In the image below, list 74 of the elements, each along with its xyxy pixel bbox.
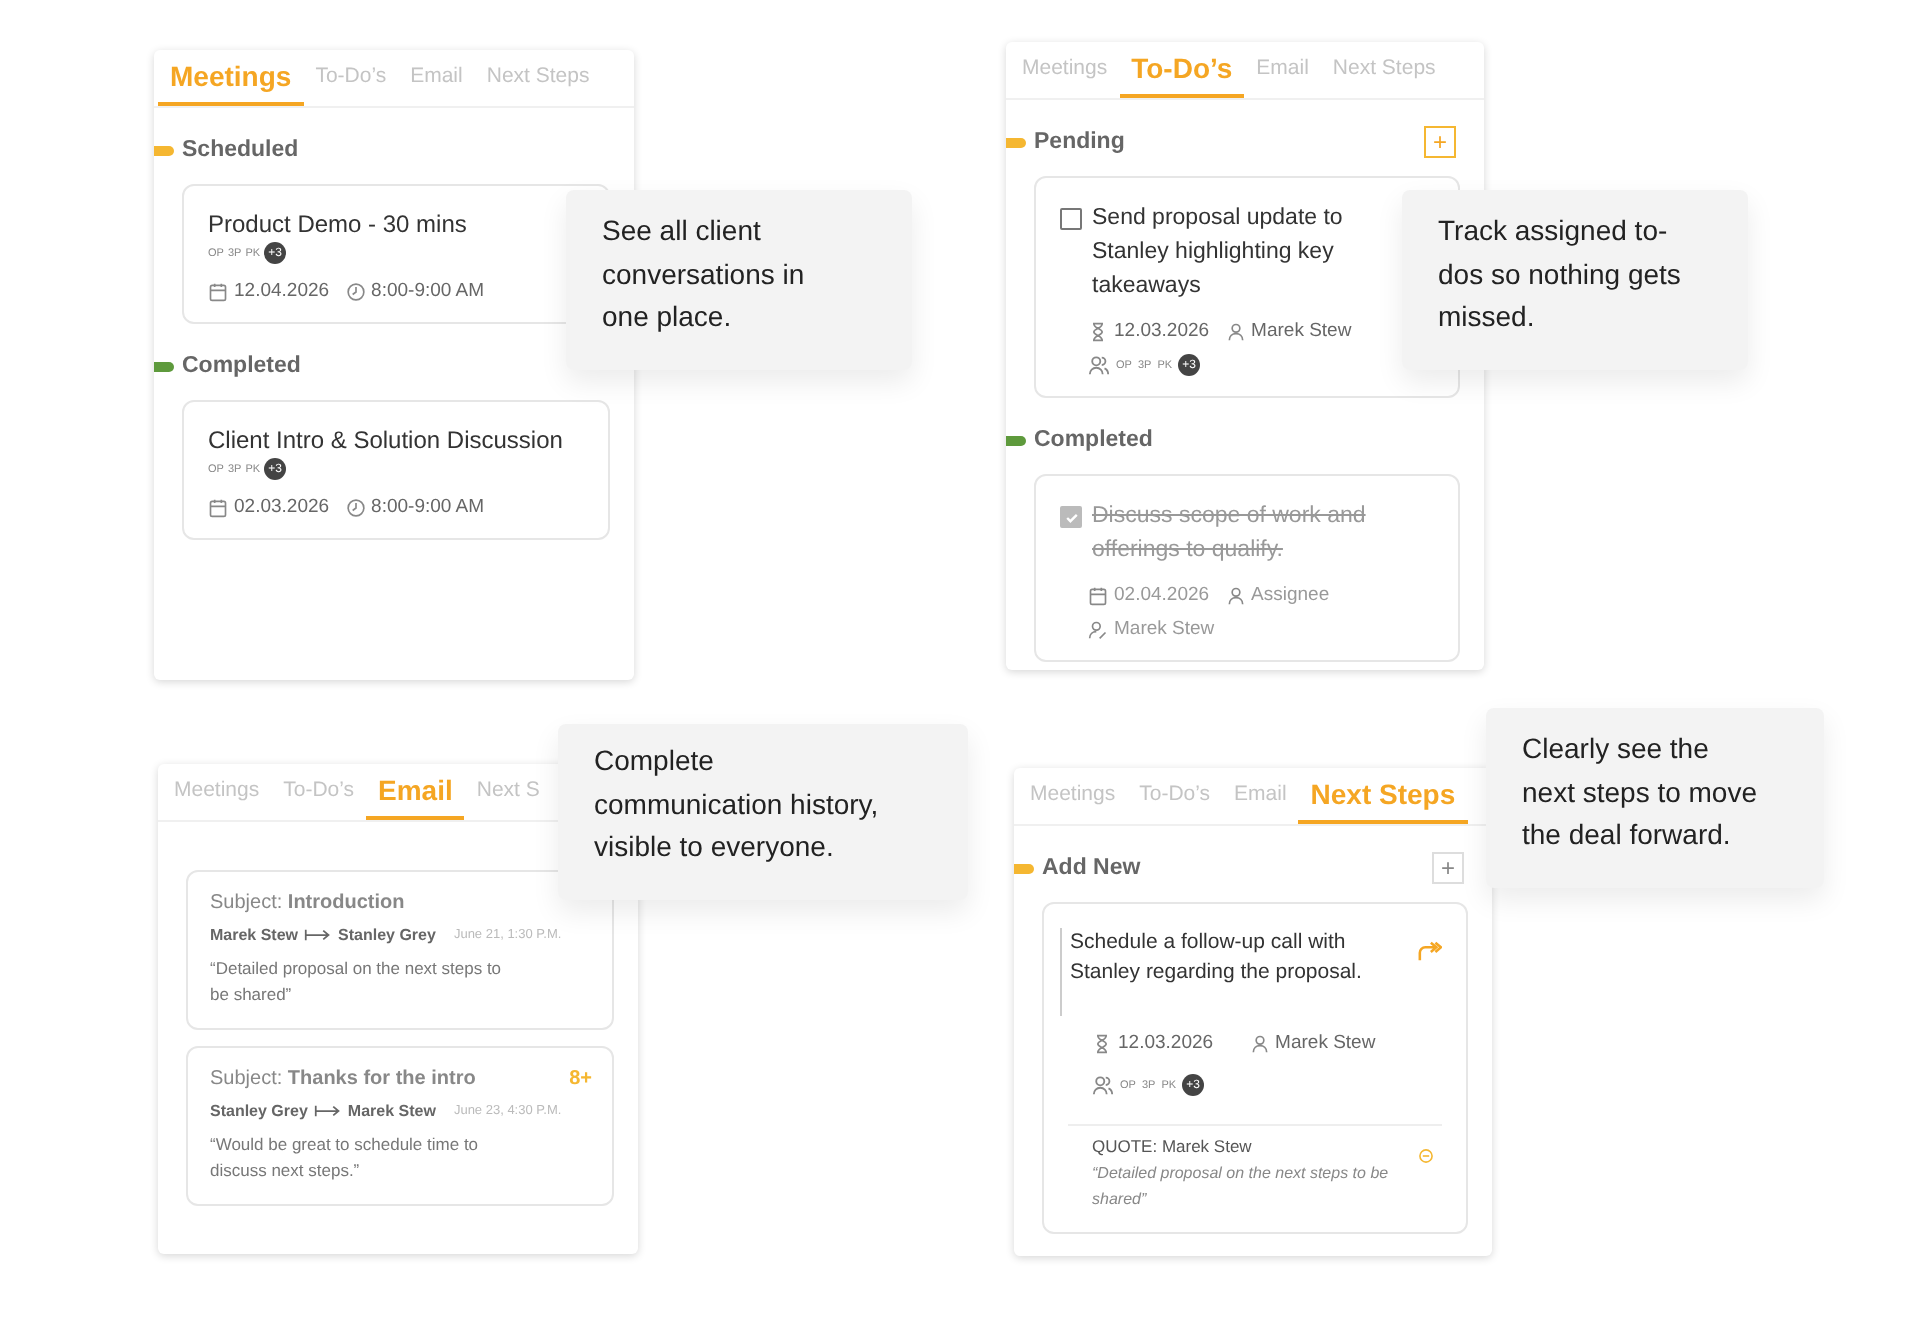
meta-text: 02.03.2026	[234, 496, 330, 518]
people-icon	[1088, 354, 1110, 376]
email-snippet: “Detailed proposal on the next steps to be shared”	[210, 956, 504, 1008]
tab[interactable]: To-Do’s	[303, 64, 399, 106]
check-icon	[1063, 509, 1079, 525]
arrow-icon	[304, 928, 333, 942]
add-button[interactable]: +	[1424, 126, 1456, 158]
reply-count: 8+	[569, 1068, 592, 1090]
tab[interactable]: Next Steps	[1320, 56, 1448, 98]
people-icon	[1092, 1074, 1114, 1096]
quote-text: “Detailed proposal on the next steps to be shared”	[1092, 1162, 1391, 1212]
sender-name: Stanley Grey	[210, 1102, 308, 1120]
recipient-name: Marek Stew	[347, 1102, 436, 1120]
callout-text: Clearly see the next steps to move the deal forward.	[1486, 708, 1824, 888]
callout-text: Complete communication history, visible to everyone.	[558, 724, 968, 900]
email-subject: Subject: Thanks for the intro	[210, 1068, 476, 1090]
person-icon	[1225, 585, 1246, 605]
clock-icon	[345, 281, 366, 301]
tab[interactable]: To-Do’s	[1127, 782, 1223, 824]
meeting-title: Product Demo - 30 mins	[208, 210, 469, 238]
meta-text: 8:00-9:00 AM	[371, 280, 485, 302]
calendar-icon	[208, 497, 228, 517]
person-icon	[1225, 321, 1246, 341]
section-title: Completed	[182, 354, 303, 378]
tab[interactable]: Next S	[464, 778, 552, 820]
meta-text: Marek Stew	[1114, 618, 1215, 640]
tab[interactable]: Meetings	[1018, 782, 1128, 824]
section-title: Scheduled	[182, 138, 301, 162]
add-button[interactable]: +	[1432, 852, 1464, 884]
meta-text: 8:00-9:00 AM	[371, 496, 485, 518]
todo-text: Send proposal update to Stanley highlighting key takeaways	[1092, 204, 1345, 302]
tab[interactable]: To-Do’s	[1119, 52, 1245, 98]
section-title: Pending	[1034, 130, 1127, 154]
tab[interactable]: Email	[398, 64, 475, 106]
tab[interactable]: Next Steps	[1298, 778, 1468, 824]
section-title: Add New	[1042, 856, 1143, 880]
circle-icon[interactable]	[1418, 1148, 1434, 1164]
meta-text: 02.04.2026	[1114, 584, 1210, 606]
meta-text: Marek Stew	[1251, 320, 1352, 342]
tab[interactable]: Email	[366, 774, 465, 820]
calendar-icon	[1088, 585, 1108, 605]
section-title: Completed	[1034, 428, 1155, 452]
hourglass-icon	[1088, 321, 1108, 341]
tab[interactable]: Meetings	[1010, 56, 1120, 98]
tab[interactable]: Meetings	[158, 60, 304, 106]
arrow-icon	[313, 1104, 342, 1118]
next-step-text: Schedule a follow-up call with Stanley regarding the proposal.	[1070, 928, 1364, 988]
checkbox[interactable]	[1060, 208, 1082, 230]
meeting-title: Client Intro & Solution Discussion	[208, 426, 565, 454]
person-edit-icon	[1088, 619, 1108, 639]
email-snippet: “Would be great to schedule time to discuss next steps.”	[210, 1132, 481, 1184]
person-icon	[1249, 1033, 1270, 1053]
tab[interactable]: Email	[1222, 782, 1299, 824]
calendar-icon	[208, 281, 228, 301]
tab[interactable]: Next Steps	[474, 64, 602, 106]
sender-name: Marek Stew	[210, 926, 299, 944]
callout-text: Track assigned to-dos so nothing gets missed.	[1402, 190, 1748, 370]
meta-text: 12.03.2026	[1114, 320, 1210, 342]
tab[interactable]: To-Do’s	[271, 778, 367, 820]
tab[interactable]: Email	[1244, 56, 1321, 98]
meta-text: Assignee	[1251, 584, 1330, 606]
forward-arrow-icon[interactable]	[1416, 940, 1442, 962]
clock-icon	[345, 497, 366, 517]
meta-text: Marek Stew	[1275, 1032, 1376, 1054]
tab[interactable]: Meetings	[162, 778, 272, 820]
meta-text: 12.04.2026	[234, 280, 330, 302]
hourglass-icon	[1092, 1033, 1112, 1053]
email-subject: Subject: Introduction	[210, 892, 405, 914]
recipient-name: Stanley Grey	[338, 926, 436, 944]
todo-text: Discuss scope of work and offerings to qualify.	[1092, 502, 1368, 566]
quote-author: QUOTE: Marek Stew	[1092, 1136, 1254, 1156]
meta-text: 12.03.2026	[1118, 1032, 1214, 1054]
callout-text: See all client conversations in one place.	[566, 190, 912, 370]
checkbox[interactable]	[1060, 506, 1082, 528]
